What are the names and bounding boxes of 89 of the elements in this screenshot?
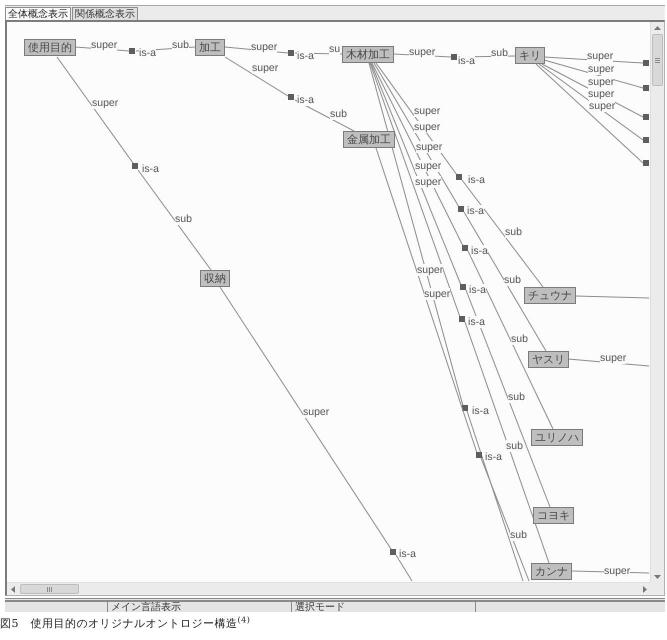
square-marker-icon [643, 137, 649, 143]
role-label: super [588, 63, 614, 75]
role-label: super [417, 264, 444, 276]
concept-node[interactable]: 収納 [200, 270, 230, 287]
relation-label: is-a [297, 94, 314, 106]
role-label: super [604, 565, 630, 577]
role-label: su [329, 43, 340, 55]
relation-label: is-a [458, 55, 475, 67]
role-label: sub [505, 226, 522, 238]
role-label: sub [504, 274, 521, 286]
square-marker-icon [643, 60, 649, 66]
relation-label: is-a [469, 284, 486, 296]
tab[interactable]: 関係概念表示 [72, 7, 138, 20]
square-marker-icon [129, 48, 135, 54]
square-marker-icon [390, 549, 396, 555]
concept-node[interactable]: ユリノハ [531, 429, 583, 446]
role-label: super [415, 160, 442, 172]
square-marker-icon [643, 160, 649, 166]
concept-node[interactable]: キリ [515, 47, 545, 64]
scrollbar-thumb[interactable] [20, 584, 79, 594]
grip-icon [47, 586, 52, 592]
square-marker-icon [460, 284, 466, 290]
square-marker-icon [643, 114, 649, 120]
role-label: super [588, 88, 614, 100]
role-label: sub [506, 440, 523, 452]
triangle-left-icon [10, 586, 14, 592]
concept-node[interactable]: ヤスリ [528, 351, 569, 368]
status-panel: 選択モード [291, 601, 475, 612]
role-label: super [588, 76, 614, 88]
connector-line [224, 56, 288, 96]
relation-label: is-a [399, 548, 416, 560]
concept-node[interactable]: コヨキ [533, 507, 574, 524]
concept-node[interactable]: チュウナ [524, 287, 576, 304]
square-marker-icon [451, 54, 457, 60]
role-label: super [589, 100, 616, 112]
role-label: super [587, 50, 614, 62]
square-marker-icon [132, 163, 138, 169]
square-marker-icon [459, 316, 465, 322]
role-label: sub [175, 213, 192, 225]
connector-line [294, 52, 342, 54]
square-marker-icon [643, 85, 649, 91]
role-label: sub [508, 391, 525, 403]
triangle-right-icon [642, 586, 646, 592]
role-label: sub [330, 108, 347, 120]
relation-label: is-a [485, 451, 502, 463]
square-marker-icon [456, 174, 462, 180]
role-label: super [303, 406, 330, 418]
relation-label: is-a [468, 174, 485, 186]
square-marker-icon [288, 50, 294, 56]
relation-label: is-a [468, 316, 485, 328]
role-label: super [409, 46, 436, 58]
concept-node[interactable]: 加工 [195, 39, 225, 56]
status-panel: メイン言語表示 [107, 601, 291, 612]
triangle-up-icon [654, 26, 661, 30]
concept-node[interactable]: 金属加工 [343, 131, 395, 148]
role-label: super [424, 288, 450, 300]
role-label: super [415, 176, 442, 188]
relation-label: is-a [471, 245, 488, 257]
role-label: super [414, 121, 440, 133]
grip-icon [655, 58, 660, 62]
role-label: sub [172, 39, 189, 51]
relation-label: is-a [142, 163, 159, 175]
concept-node[interactable]: 使用目的 [24, 39, 76, 56]
role-label: super [251, 41, 278, 53]
scrollbar-thumb[interactable] [652, 34, 663, 86]
role-label: super [92, 97, 118, 109]
figure-caption: 図5 使用目的のオリジナルオントロジー構造$^{(4)}$ [0, 616, 252, 632]
concept-node[interactable]: カンナ [531, 563, 572, 580]
role-label: super [252, 62, 278, 74]
triangle-down-icon [654, 574, 661, 578]
relation-label: is-a [467, 205, 484, 217]
square-marker-icon [458, 206, 464, 212]
relation-label: is-a [472, 405, 489, 417]
role-label: super [416, 141, 442, 153]
role-label: super [91, 39, 118, 51]
role-label: sub [510, 529, 527, 541]
relation-label: is-a [139, 47, 156, 59]
vertical-scrollbar[interactable] [650, 22, 664, 582]
square-marker-icon [476, 452, 482, 458]
relation-label: is-a [297, 50, 314, 62]
role-label: sub [491, 47, 508, 59]
role-label: super [600, 352, 626, 364]
role-label: super [414, 105, 440, 117]
square-marker-icon [288, 94, 294, 100]
tab[interactable]: 全体概念表示 [5, 7, 71, 20]
horizontal-scrollbar[interactable] [7, 582, 650, 595]
role-label: sub [511, 333, 528, 345]
square-marker-icon [462, 245, 468, 251]
concept-node[interactable]: 木材加工 [342, 46, 394, 63]
